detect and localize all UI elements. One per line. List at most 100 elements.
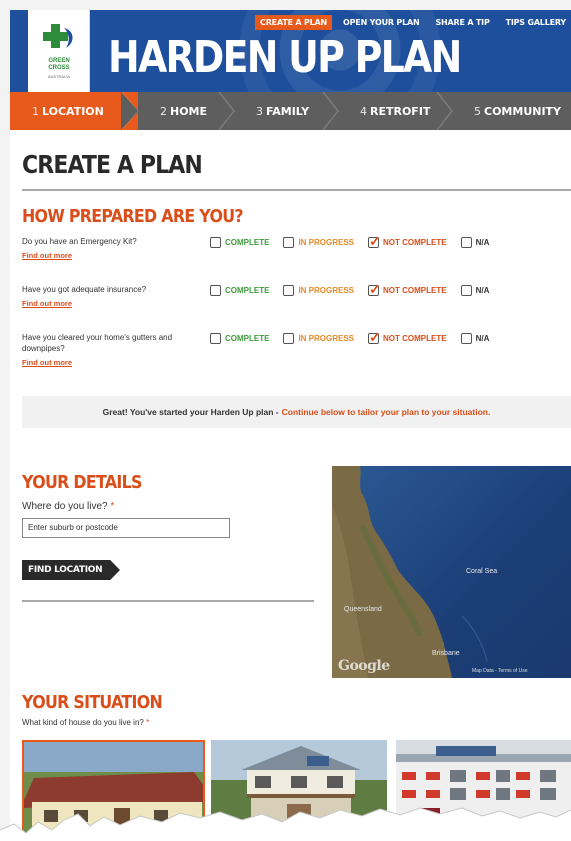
option-complete[interactable]: COMPLETE xyxy=(210,285,269,296)
checkbox[interactable] xyxy=(460,285,472,296)
top-nav-tips-gallery[interactable]: TIPS GALLERY xyxy=(501,15,571,30)
checkbox[interactable] xyxy=(283,285,295,296)
step-number: 2 xyxy=(160,104,167,118)
page: GREEN CROSS AUSTRALIA CREATE A PLAN OPEN… xyxy=(10,10,571,841)
checkbox-checked[interactable] xyxy=(368,233,381,250)
green-cross-logo-icon xyxy=(43,24,73,48)
notice-link[interactable]: Continue below to tailor your plan to yo… xyxy=(282,407,491,417)
checkbox-checked[interactable] xyxy=(368,329,381,346)
step-nav: 1 LOCATION 2 HOME 3 FAMILY 4 RETROFIT 5 … xyxy=(10,92,571,130)
site-header: GREEN CROSS AUSTRALIA CREATE A PLAN OPEN… xyxy=(10,10,571,92)
question-text: Do you have an Emergency Kit? xyxy=(22,237,137,246)
checkbox[interactable] xyxy=(210,237,221,248)
option-in-progress[interactable]: IN PROGRESS xyxy=(283,285,354,296)
google-logo: Google xyxy=(338,658,390,674)
question-gutters: Have you cleared your home's gutters and… xyxy=(22,332,182,368)
option-label: COMPLETE xyxy=(225,334,270,343)
location-label-text: Where do you live? xyxy=(22,501,108,512)
option-in-progress[interactable]: IN PROGRESS xyxy=(283,237,354,248)
question-text: Have you cleared your home's gutters and… xyxy=(22,333,173,353)
option-label: NOT COMPLETE xyxy=(383,286,447,295)
option-label: N/A xyxy=(475,334,490,343)
step-number: 3 xyxy=(256,104,263,118)
required-marker: * xyxy=(146,718,150,727)
option-label: IN PROGRESS xyxy=(298,334,355,343)
checkbox[interactable] xyxy=(283,237,295,248)
torn-paper-edge xyxy=(0,807,571,841)
step-label: RETROFIT xyxy=(370,104,431,118)
option-label: N/A xyxy=(475,286,490,295)
step-number: 1 xyxy=(32,104,39,118)
divider xyxy=(22,189,571,191)
options-gutters: COMPLETE IN PROGRESS NOT COMPLETE N/A xyxy=(210,329,490,346)
chevron-right-icon xyxy=(121,92,139,130)
location-label: Where do you live? * xyxy=(22,501,114,512)
option-label: N/A xyxy=(475,238,490,247)
logo-line-2: CROSS xyxy=(48,65,70,71)
map-landmass xyxy=(332,466,488,678)
find-out-more-link[interactable]: Find out more xyxy=(22,250,202,261)
question-emergency-kit: Do you have an Emergency Kit? Find out m… xyxy=(22,236,202,261)
house-type-label-text: What kind of house do you live in? xyxy=(22,718,144,727)
top-nav-create-plan[interactable]: CREATE A PLAN xyxy=(255,15,333,30)
checkbox-checked[interactable] xyxy=(368,281,381,298)
find-out-more-link[interactable]: Find out more xyxy=(22,357,182,368)
option-na[interactable]: N/A xyxy=(460,237,490,248)
option-complete[interactable]: COMPLETE xyxy=(210,333,269,344)
logo-line-3: AUSTRALIA xyxy=(47,74,71,79)
option-not-complete[interactable]: NOT COMPLETE xyxy=(368,233,447,250)
situation-section-title: YOUR SITUATION xyxy=(22,692,163,713)
chevron-right-icon xyxy=(436,92,453,130)
step-label: COMMUNITY xyxy=(484,104,562,118)
divider xyxy=(22,600,314,602)
option-na[interactable]: N/A xyxy=(460,333,490,344)
map-label-coral-sea: Coral Sea xyxy=(466,568,498,575)
prepared-section-title: HOW PREPARED ARE YOU? xyxy=(22,206,244,227)
option-label: IN PROGRESS xyxy=(298,286,355,295)
green-cross-logo[interactable]: GREEN CROSS AUSTRALIA xyxy=(28,10,90,92)
location-map[interactable]: Coral Sea Queensland Brisbane Google Map… xyxy=(332,466,571,678)
option-label: IN PROGRESS xyxy=(298,238,355,247)
step-family[interactable]: 3 FAMILY xyxy=(234,92,339,130)
find-out-more-link[interactable]: Find out more xyxy=(22,298,202,309)
top-nav: CREATE A PLAN OPEN YOUR PLAN SHARE A TIP… xyxy=(255,15,571,30)
top-nav-share-tip[interactable]: SHARE A TIP xyxy=(430,15,494,30)
option-not-complete[interactable]: NOT COMPLETE xyxy=(368,329,447,346)
options-emergency-kit: COMPLETE IN PROGRESS NOT COMPLETE N/A xyxy=(210,233,490,250)
top-nav-open-plan[interactable]: OPEN YOUR PLAN xyxy=(338,15,424,30)
page-title: CREATE A PLAN xyxy=(22,150,203,179)
required-marker: * xyxy=(110,501,115,512)
option-in-progress[interactable]: IN PROGRESS xyxy=(283,333,354,344)
step-number: 5 xyxy=(474,104,481,118)
map-label-brisbane: Brisbane xyxy=(432,650,460,657)
details-section-title: YOUR DETAILS xyxy=(22,472,142,493)
options-insurance: COMPLETE IN PROGRESS NOT COMPLETE N/A xyxy=(210,281,490,298)
option-label: COMPLETE xyxy=(225,286,270,295)
checkbox[interactable] xyxy=(210,285,221,296)
question-insurance: Have you got adequate insurance? Find ou… xyxy=(22,284,202,309)
step-retrofit[interactable]: 4 RETROFIT xyxy=(338,92,453,130)
logo-line-1: GREEN xyxy=(48,58,70,64)
option-label: COMPLETE xyxy=(225,238,270,247)
step-label: LOCATION xyxy=(42,104,104,118)
step-label: FAMILY xyxy=(266,104,310,118)
option-complete[interactable]: COMPLETE xyxy=(210,237,269,248)
step-community[interactable]: 5 COMMUNITY xyxy=(452,92,571,130)
checkbox[interactable] xyxy=(210,333,221,344)
option-na[interactable]: N/A xyxy=(460,285,490,296)
map-label-queensland: Queensland xyxy=(344,606,382,613)
checkbox[interactable] xyxy=(283,333,295,344)
find-location-button[interactable]: FIND LOCATION xyxy=(22,560,120,580)
checkbox[interactable] xyxy=(460,237,472,248)
step-label: HOME xyxy=(170,104,208,118)
step-number: 4 xyxy=(360,104,367,118)
option-not-complete[interactable]: NOT COMPLETE xyxy=(368,281,447,298)
progress-notice: Great! You've started your Harden Up pla… xyxy=(22,396,571,428)
chevron-right-icon xyxy=(218,92,235,130)
option-label: NOT COMPLETE xyxy=(383,334,447,343)
checkbox[interactable] xyxy=(460,333,472,344)
step-location[interactable]: 1 LOCATION xyxy=(10,92,139,130)
map-footer[interactable]: Map Data - Terms of Use xyxy=(472,668,527,674)
suburb-postcode-input[interactable]: Enter suburb or postcode xyxy=(22,518,230,538)
step-home[interactable]: 2 HOME xyxy=(138,92,235,130)
